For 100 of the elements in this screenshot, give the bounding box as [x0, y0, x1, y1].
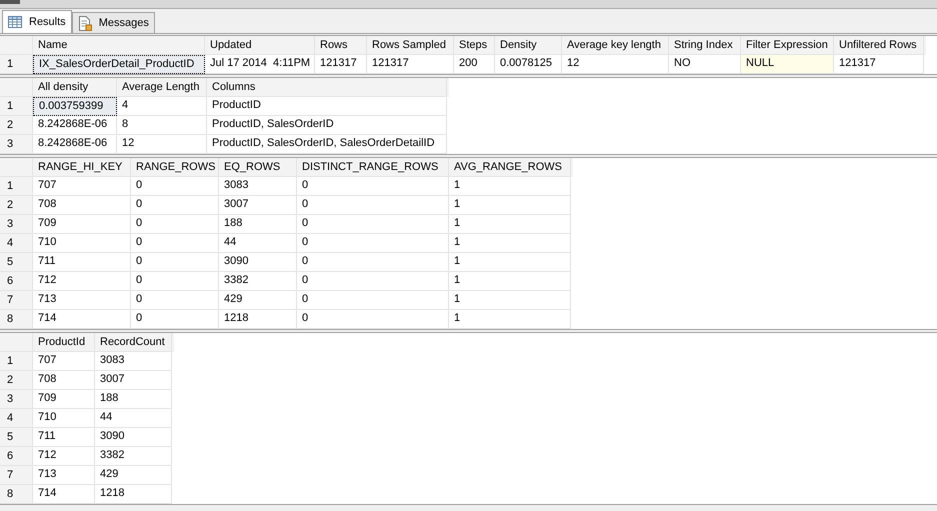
table-cell[interactable]: 0 [297, 196, 449, 215]
table-cell[interactable]: 3083 [219, 177, 297, 196]
column-header[interactable]: Average Length [117, 78, 207, 97]
table-cell[interactable]: 0 [131, 177, 219, 196]
table-cell[interactable]: IX_SalesOrderDetail_ProductID [33, 55, 205, 74]
column-header[interactable]: Average key length [562, 36, 669, 55]
table-cell[interactable]: 12 [117, 135, 207, 154]
table-cell[interactable]: 0 [131, 196, 219, 215]
table-cell[interactable]: 713 [33, 466, 95, 485]
column-header[interactable]: RANGE_ROWS [131, 158, 219, 177]
table-cell[interactable]: 188 [95, 390, 172, 409]
row-number[interactable]: 1 [0, 55, 33, 74]
table-cell[interactable]: 709 [33, 390, 95, 409]
column-header[interactable]: EQ_ROWS [219, 158, 297, 177]
table-cell[interactable]: 0 [131, 215, 219, 234]
table-cell[interactable]: 0 [131, 253, 219, 272]
row-number[interactable]: 2 [0, 196, 33, 215]
table-cell[interactable]: 0 [297, 253, 449, 272]
table-cell[interactable]: 0 [131, 310, 219, 329]
column-header[interactable]: DISTINCT_RANGE_ROWS [297, 158, 449, 177]
table-cell[interactable]: 1218 [219, 310, 297, 329]
table-cell[interactable]: ProductID [207, 97, 447, 116]
table-cell[interactable]: 0 [131, 272, 219, 291]
table-cell[interactable]: 44 [219, 234, 297, 253]
table-cell[interactable]: 4 [117, 97, 207, 116]
table-cell[interactable]: 200 [454, 55, 495, 74]
table-cell[interactable]: 710 [33, 234, 131, 253]
table-cell[interactable]: 12 [562, 55, 669, 74]
table-cell[interactable]: 1 [449, 177, 571, 196]
table-cell[interactable]: 8.242868E-06 [33, 135, 117, 154]
table-cell[interactable]: ProductID, SalesOrderID [207, 116, 447, 135]
row-number[interactable]: 7 [0, 466, 33, 485]
table-cell[interactable]: 0 [131, 291, 219, 310]
table-cell[interactable]: 714 [33, 485, 95, 504]
table-cell[interactable]: 0 [297, 234, 449, 253]
table-cell[interactable]: 3382 [219, 272, 297, 291]
table-cell[interactable]: 1 [449, 310, 571, 329]
table-cell[interactable]: 710 [33, 409, 95, 428]
column-header[interactable]: Rows Sampled [367, 36, 454, 55]
table-cell[interactable]: NULL [741, 55, 834, 74]
row-number[interactable]: 6 [0, 272, 33, 291]
row-number[interactable]: 2 [0, 371, 33, 390]
row-number[interactable]: 7 [0, 291, 33, 310]
column-header[interactable]: ProductId [33, 333, 95, 352]
column-header[interactable]: RANGE_HI_KEY [33, 158, 131, 177]
table-cell[interactable]: 3007 [95, 371, 172, 390]
table-cell[interactable]: 8.242868E-06 [33, 116, 117, 135]
table-cell[interactable]: 714 [33, 310, 131, 329]
table-cell[interactable]: 711 [33, 428, 95, 447]
table-cell[interactable]: 709 [33, 215, 131, 234]
table-cell[interactable]: 707 [33, 352, 95, 371]
column-header[interactable]: AVG_RANGE_ROWS [449, 158, 571, 177]
row-number[interactable]: 5 [0, 253, 33, 272]
table-cell[interactable]: Jul 17 2014 4:11PM [205, 55, 315, 74]
table-cell[interactable]: 121317 [315, 55, 367, 74]
row-number[interactable]: 6 [0, 447, 33, 466]
table-cell[interactable]: 121317 [834, 55, 924, 74]
row-number[interactable]: 4 [0, 409, 33, 428]
table-cell[interactable]: 0 [297, 291, 449, 310]
column-header[interactable]: Columns [207, 78, 447, 97]
table-cell[interactable]: 1 [449, 272, 571, 291]
table-cell[interactable]: 0 [297, 215, 449, 234]
table-cell[interactable]: 44 [95, 409, 172, 428]
table-cell[interactable]: 708 [33, 371, 95, 390]
column-header[interactable]: Unfiltered Rows [834, 36, 924, 55]
row-number[interactable]: 1 [0, 97, 33, 116]
table-cell[interactable]: 712 [33, 272, 131, 291]
table-cell[interactable]: 0 [131, 234, 219, 253]
table-cell[interactable]: 0.0078125 [495, 55, 562, 74]
table-cell[interactable]: ProductID, SalesOrderID, SalesOrderDetailID [207, 135, 447, 154]
table-cell[interactable]: 3090 [219, 253, 297, 272]
table-cell[interactable]: 1 [449, 215, 571, 234]
row-number[interactable]: 8 [0, 310, 33, 329]
row-number[interactable]: 4 [0, 234, 33, 253]
row-number[interactable]: 8 [0, 485, 33, 504]
table-cell[interactable]: 3382 [95, 447, 172, 466]
table-cell[interactable]: 1 [449, 234, 571, 253]
row-number[interactable]: 1 [0, 177, 33, 196]
table-cell[interactable]: 3083 [95, 352, 172, 371]
table-cell[interactable]: 0.003759399 [33, 97, 117, 116]
table-cell[interactable]: 712 [33, 447, 95, 466]
table-cell[interactable]: 707 [33, 177, 131, 196]
table-cell[interactable]: 713 [33, 291, 131, 310]
column-header[interactable]: Density [495, 36, 562, 55]
row-number[interactable]: 1 [0, 352, 33, 371]
table-cell[interactable]: 188 [219, 215, 297, 234]
table-cell[interactable]: 8 [117, 116, 207, 135]
column-header[interactable]: String Index [669, 36, 741, 55]
table-cell[interactable]: 429 [219, 291, 297, 310]
row-number[interactable]: 2 [0, 116, 33, 135]
row-number[interactable]: 3 [0, 215, 33, 234]
table-cell[interactable]: 0 [297, 310, 449, 329]
table-cell[interactable]: 1218 [95, 485, 172, 504]
table-cell[interactable]: 0 [297, 272, 449, 291]
row-number[interactable]: 5 [0, 428, 33, 447]
row-number[interactable]: 3 [0, 390, 33, 409]
column-header[interactable]: Steps [454, 36, 495, 55]
table-cell[interactable]: 3007 [219, 196, 297, 215]
table-cell[interactable]: 1 [449, 253, 571, 272]
column-header[interactable]: Updated [205, 36, 315, 55]
